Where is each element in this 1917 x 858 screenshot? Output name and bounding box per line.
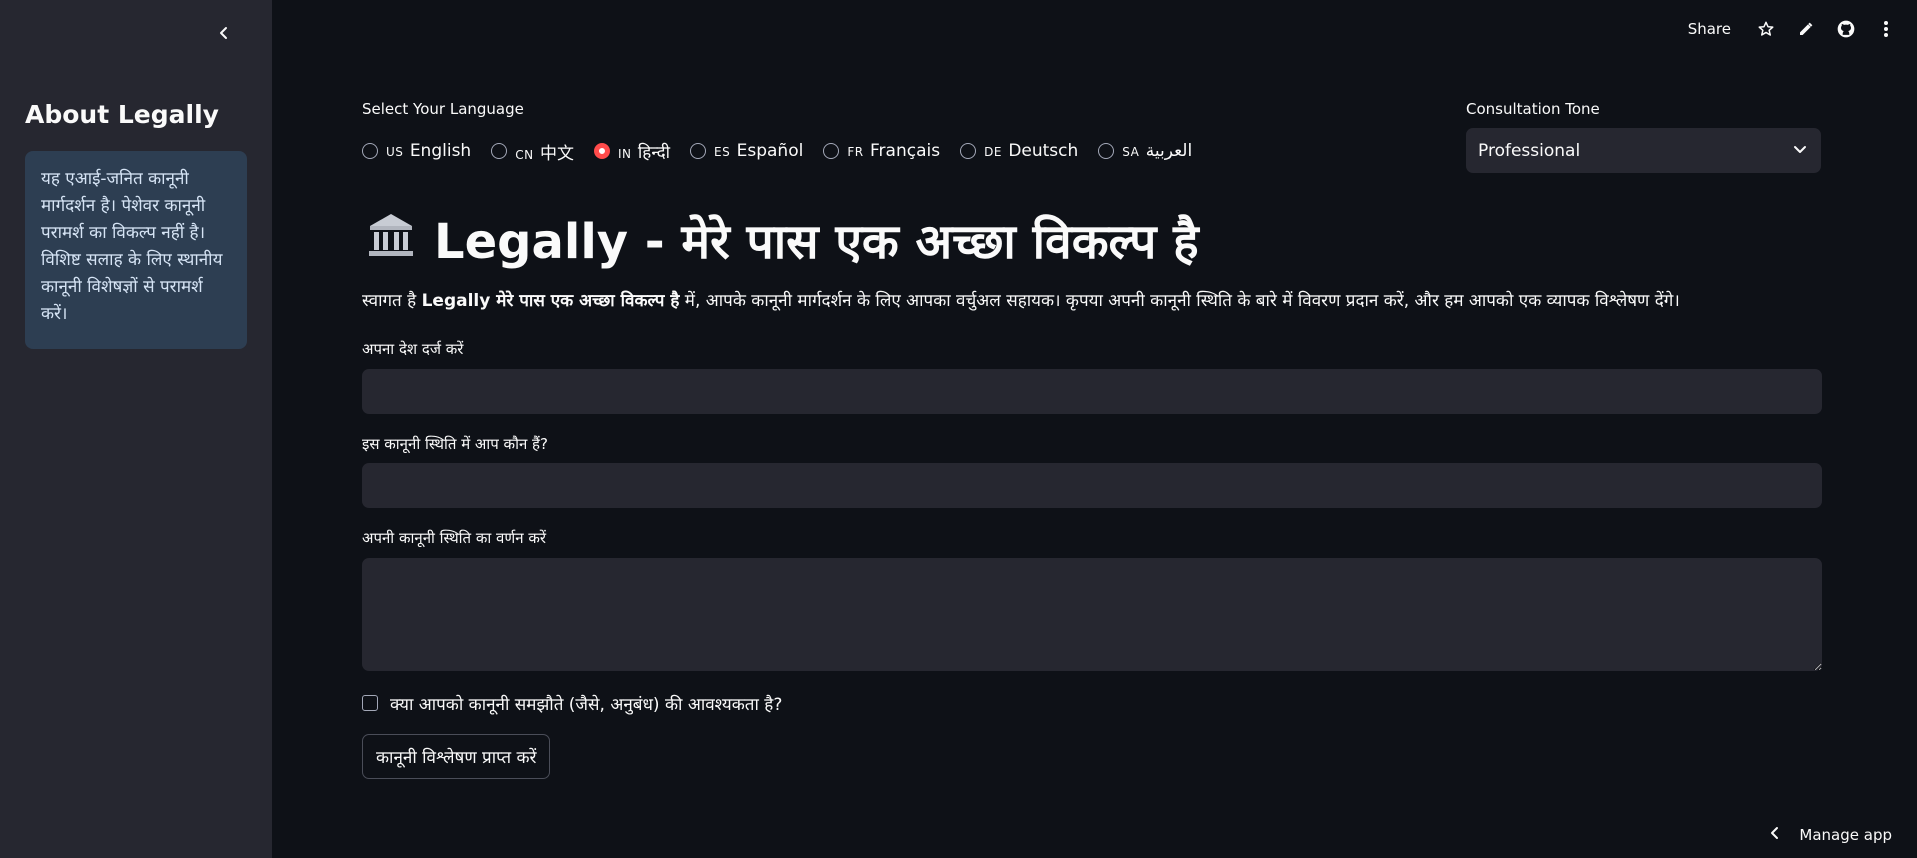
language-option-english[interactable]: US English xyxy=(362,141,471,161)
tone-selected-value: Professional xyxy=(1478,140,1581,161)
language-radio-group: US English CN 中文 IN हिन्दी ES Español FR… xyxy=(362,139,1192,164)
github-icon[interactable] xyxy=(1835,18,1857,40)
chevron-left-icon xyxy=(217,25,231,44)
chevron-left-icon xyxy=(1769,826,1781,844)
agreement-checkbox-row[interactable]: क्या आपको कानूनी समझौते (जैसे, अनुबंध) क… xyxy=(362,691,782,715)
disclaimer-info-box: यह एआई-जनित कानूनी मार्गदर्शन है। पेशेवर… xyxy=(25,151,247,349)
situation-textarea[interactable] xyxy=(362,558,1822,671)
welcome-text: स्वागत है Legally मेरे पास एक अच्छा विकल… xyxy=(362,288,1680,311)
radio-button[interactable] xyxy=(1098,143,1115,159)
language-option-label: English xyxy=(409,141,472,161)
country-input[interactable] xyxy=(362,369,1822,414)
situation-label: अपनी कानूनी स्थिति का वर्णन करें xyxy=(362,529,546,547)
radio-button[interactable] xyxy=(362,143,378,159)
flag-in: IN xyxy=(617,146,632,161)
language-option-label: 中文 xyxy=(539,143,574,164)
agreement-checkbox-label: क्या आपको कानूनी समझौते (जैसे, अनुबंध) क… xyxy=(390,694,783,715)
radio-button[interactable] xyxy=(690,143,707,159)
radio-button[interactable] xyxy=(823,143,840,159)
language-option-label: Español xyxy=(736,141,804,161)
flag-sa: SA xyxy=(1122,145,1140,159)
language-option-chinese[interactable]: CN 中文 xyxy=(491,139,574,164)
sidebar: About Legally यह एआई-जनित कानूनी मार्गदर… xyxy=(0,0,272,858)
language-option-label: Deutsch xyxy=(1008,141,1079,161)
role-input[interactable] xyxy=(362,463,1822,508)
pencil-icon[interactable] xyxy=(1795,18,1817,40)
manage-app-label: Manage app xyxy=(1799,826,1892,844)
language-label: Select Your Language xyxy=(362,100,524,118)
flag-es: ES xyxy=(714,145,731,159)
welcome-prefix: स्वागत है xyxy=(362,291,422,311)
more-vertical-icon[interactable] xyxy=(1875,18,1897,40)
get-analysis-button[interactable]: कानूनी विश्लेषण प्राप्त करें xyxy=(362,734,551,779)
radio-button[interactable] xyxy=(960,143,977,159)
top-toolbar: Share xyxy=(1688,14,1897,44)
role-label: इस कानूनी स्थिति में आप कौन हैं? xyxy=(362,435,548,453)
language-option-arabic[interactable]: SA العربية xyxy=(1098,141,1192,161)
flag-de: DE xyxy=(984,145,1002,159)
star-icon[interactable] xyxy=(1755,18,1777,40)
collapse-sidebar-button[interactable] xyxy=(212,22,236,46)
tone-select[interactable]: Professional xyxy=(1466,128,1821,173)
manage-app-button[interactable]: Manage app xyxy=(1769,826,1892,844)
flag-fr: FR xyxy=(847,145,864,159)
language-option-spanish[interactable]: ES Español xyxy=(690,141,803,161)
language-option-german[interactable]: DE Deutsch xyxy=(960,141,1078,161)
country-label: अपना देश दर्ज करें xyxy=(362,340,464,358)
flag-us: US xyxy=(386,145,404,159)
page-title-text: Legally - मेरे पास एक अच्छा विकल्प है xyxy=(434,214,1199,270)
share-button[interactable]: Share xyxy=(1688,20,1731,38)
chevron-down-icon xyxy=(1793,141,1807,161)
tone-label: Consultation Tone xyxy=(1466,100,1600,118)
bank-icon xyxy=(366,210,416,272)
flag-cn: CN xyxy=(515,147,534,162)
language-option-label: Français xyxy=(870,141,941,161)
page-title: Legally - मेरे पास एक अच्छा विकल्प है xyxy=(366,208,1199,273)
agreement-checkbox[interactable] xyxy=(362,695,378,711)
welcome-suffix: में, आपके कानूनी मार्गदर्शन के लिए आपका … xyxy=(679,291,1680,311)
language-option-hindi[interactable]: IN हिन्दी xyxy=(593,140,671,163)
language-option-label: हिन्दी xyxy=(637,142,671,163)
radio-button-selected[interactable] xyxy=(593,143,610,159)
language-option-french[interactable]: FR Français xyxy=(823,141,940,161)
radio-button[interactable] xyxy=(491,143,508,159)
welcome-bold: Legally मेरे पास एक अच्छा विकल्प है xyxy=(421,291,680,311)
language-option-label: العربية xyxy=(1145,141,1193,161)
sidebar-title: About Legally xyxy=(25,100,219,129)
